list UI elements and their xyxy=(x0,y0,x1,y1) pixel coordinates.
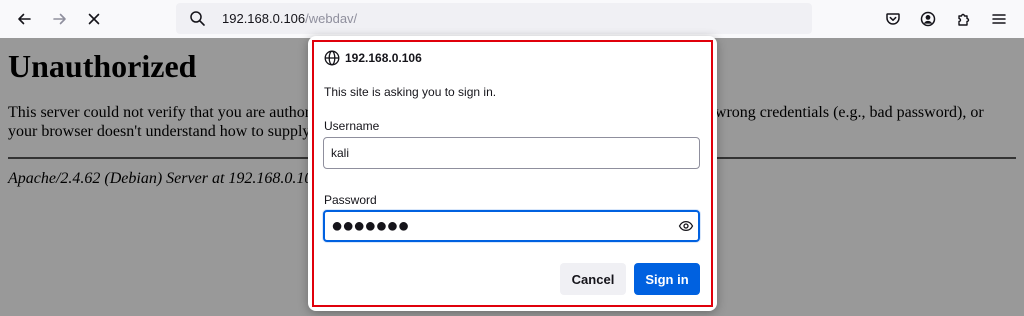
account-button[interactable] xyxy=(914,5,942,33)
eye-icon[interactable] xyxy=(678,218,694,234)
pocket-button[interactable] xyxy=(879,5,907,33)
app-menu-button[interactable] xyxy=(985,5,1013,33)
puzzle-icon xyxy=(958,13,970,26)
password-mask: ●●●●●●● xyxy=(331,215,410,237)
dialog-description: This site is asking you to sign in. xyxy=(324,85,497,99)
password-field[interactable]: ●●●●●●● xyxy=(323,210,700,242)
username-field[interactable]: kali xyxy=(323,137,700,169)
search-icon xyxy=(190,11,205,26)
hamburger-menu-icon xyxy=(992,14,1006,24)
browser-toolbar: 192.168.0.106/webdav/ xyxy=(0,0,1024,38)
cancel-button[interactable]: Cancel xyxy=(560,263,626,295)
url-path: /webdav/ xyxy=(305,11,358,26)
arrow-right-icon xyxy=(53,13,66,25)
url-host: 192.168.0.106 xyxy=(222,11,306,26)
stop-button[interactable] xyxy=(80,5,108,33)
arrow-left-icon xyxy=(18,13,31,25)
globe-icon xyxy=(324,50,340,66)
username-label: Username xyxy=(324,119,380,133)
dialog-header: 192.168.0.106 xyxy=(324,49,422,67)
sign-in-button[interactable]: Sign in xyxy=(634,263,700,295)
account-icon xyxy=(920,11,936,27)
address-bar[interactable]: 192.168.0.106/webdav/ xyxy=(176,3,812,34)
pocket-icon xyxy=(886,13,900,25)
extensions-button[interactable] xyxy=(950,5,978,33)
dialog-host: 192.168.0.106 xyxy=(345,51,422,65)
close-icon xyxy=(88,13,100,25)
url-text: 192.168.0.106/webdav/ xyxy=(222,11,357,27)
password-label: Password xyxy=(324,193,377,207)
back-button[interactable] xyxy=(10,5,38,33)
forward-button[interactable] xyxy=(46,5,74,33)
username-value: kali xyxy=(331,146,350,160)
